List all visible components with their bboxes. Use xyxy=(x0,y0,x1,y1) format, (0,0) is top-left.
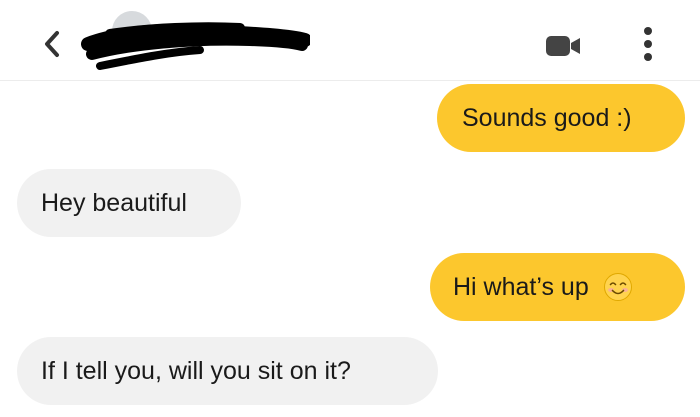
more-vertical-icon xyxy=(644,27,652,61)
smiling-face-icon xyxy=(603,273,632,301)
message-text: If I tell you, will you sit on it? xyxy=(41,356,351,385)
message-bubble-outgoing[interactable]: Hi what’s up xyxy=(430,253,685,321)
video-call-button[interactable] xyxy=(540,26,588,66)
message-bubble-incoming[interactable]: If I tell you, will you sit on it? xyxy=(17,337,438,405)
chevron-left-icon xyxy=(45,31,59,57)
more-options-button[interactable] xyxy=(630,20,666,68)
back-button[interactable] xyxy=(30,22,74,66)
video-camera-icon xyxy=(546,36,580,56)
message-bubble-outgoing[interactable]: Sounds good :) xyxy=(437,84,685,152)
chat-header xyxy=(0,0,700,81)
message-text: Hey beautiful xyxy=(41,188,187,217)
message-text: Sounds good :) xyxy=(462,103,632,132)
message-text: Hi what’s up xyxy=(453,272,589,301)
message-bubble-incoming[interactable]: Hey beautiful xyxy=(17,169,241,237)
redacted-contact-name xyxy=(81,22,310,70)
